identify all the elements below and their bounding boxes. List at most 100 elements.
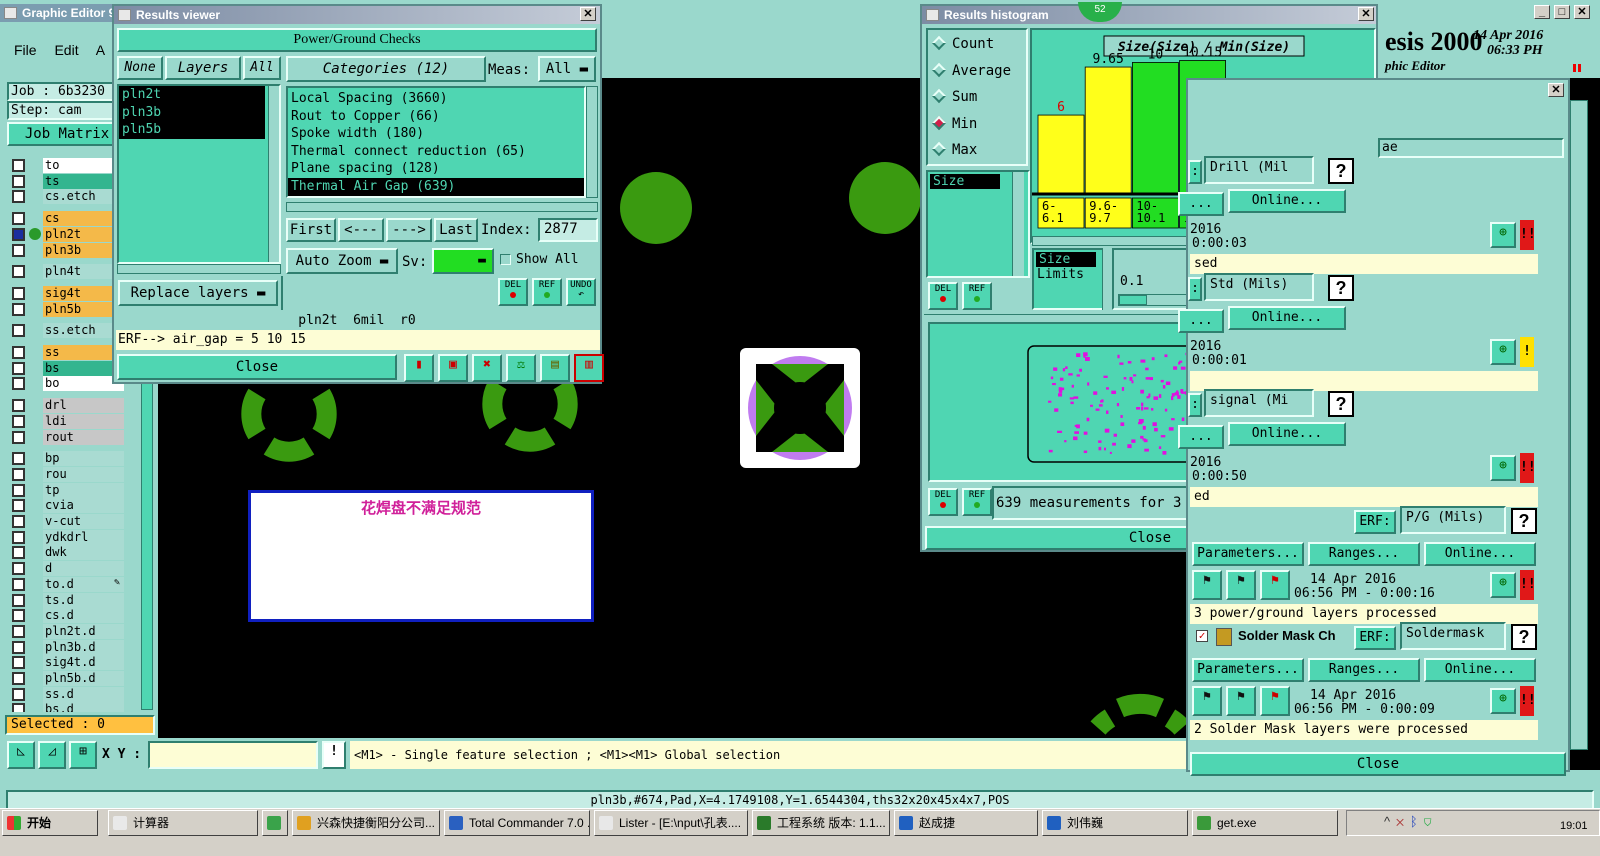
layer-checkbox[interactable] — [12, 414, 25, 428]
layer-checkbox[interactable] — [12, 515, 25, 528]
layer-checkbox[interactable] — [12, 499, 25, 513]
hist-close-x[interactable]: ✕ — [1358, 7, 1374, 21]
category-list[interactable]: Local Spacing (3660) Rout to Copper (66) S… — [286, 86, 586, 198]
hist-size-item[interactable]: Size — [930, 174, 1000, 189]
zoom-icon[interactable]: ⊕ — [1490, 455, 1516, 481]
category-item[interactable]: Thermal connect reduction (65) — [288, 143, 584, 161]
category-item[interactable]: Thermal Air Gap (639) — [288, 177, 584, 196]
taskbar-item[interactable]: 赵成捷 — [894, 810, 1038, 836]
layer-checkbox[interactable] — [12, 672, 25, 685]
hist-res-list[interactable]: Size Limits — [1032, 248, 1106, 310]
online-button[interactable]: Online... — [1424, 658, 1536, 682]
job-matrix-button[interactable]: Job Matrix — [7, 122, 127, 146]
layer-row[interactable]: ts.d — [10, 592, 126, 608]
hist-mode-option[interactable]: Count — [931, 35, 994, 54]
menu-file[interactable]: File — [14, 42, 37, 58]
main-close-button[interactable]: ✕ — [1574, 5, 1590, 19]
layer-row[interactable]: cvia — [10, 498, 126, 514]
layer-checkbox[interactable] — [12, 243, 25, 257]
layer-row[interactable]: bs — [10, 360, 126, 376]
erf-button[interactable]: : — [1188, 393, 1202, 417]
radio-diamond-icon[interactable] — [931, 88, 947, 104]
minimize-button[interactable]: _ — [1534, 5, 1550, 19]
run-icon[interactable]: ⚑ — [1192, 569, 1222, 600]
layer-checkbox[interactable] — [12, 174, 25, 188]
layer-row[interactable]: ts — [10, 173, 126, 189]
layer-row[interactable]: pln5b — [10, 301, 126, 317]
tool-button-1[interactable]: ◺ — [7, 741, 35, 769]
help-button[interactable]: ? — [1328, 158, 1354, 184]
layer-checkbox[interactable] — [12, 227, 25, 241]
first-button[interactable]: First — [286, 218, 336, 242]
slider-thumb[interactable] — [1119, 295, 1147, 305]
layer-row[interactable]: sig4t — [10, 285, 126, 301]
tool-button-2[interactable]: ◿ — [38, 741, 66, 769]
stop-icon[interactable]: ⚑ — [1260, 686, 1290, 716]
hist-ref-bottom[interactable]: REF — [962, 488, 992, 516]
rv-layer-list[interactable]: pln2t pln3b pln5b — [117, 84, 281, 264]
layer-checkbox[interactable] — [12, 656, 25, 670]
rv-layer-item[interactable]: pln3b — [119, 103, 265, 122]
parameters-button[interactable]: Parameters... — [1192, 658, 1304, 682]
hist-mode-option[interactable]: Max — [931, 141, 977, 160]
start-button[interactable]: 开始 — [2, 810, 98, 836]
alert-button[interactable]: ! — [322, 741, 346, 769]
layer-row[interactable]: to — [10, 158, 126, 173]
histogram-bar[interactable] — [1132, 62, 1179, 195]
layer-checkbox[interactable] — [12, 593, 25, 607]
last-button[interactable]: Last — [434, 218, 478, 242]
layer-checkbox[interactable] — [12, 190, 25, 204]
hist-del-bottom[interactable]: DEL — [928, 488, 958, 516]
layer-row[interactable]: d — [10, 561, 126, 577]
layer-row[interactable]: rout — [10, 429, 126, 445]
tool-button-3[interactable]: ⊞ — [69, 741, 97, 769]
layer-checkbox[interactable] — [12, 577, 25, 591]
layers-button[interactable]: Layers — [165, 56, 241, 80]
ranges-button[interactable]: Ranges... — [1308, 541, 1420, 566]
erf-button[interactable]: : — [1188, 276, 1202, 301]
layer-checkbox[interactable] — [12, 530, 25, 544]
taskbar-item[interactable]: get.exe — [1192, 810, 1338, 836]
zoom-icon[interactable]: ⊕ — [1490, 222, 1516, 248]
radio-diamond-icon[interactable] — [931, 141, 947, 157]
category-item[interactable]: Rout to Copper (66) — [288, 108, 584, 126]
layer-row[interactable]: to.d ✎ — [10, 576, 126, 592]
replace-layers-select[interactable]: Replace layers ▬ — [118, 280, 278, 306]
online-button[interactable]: Online... — [1424, 541, 1536, 566]
layer-row[interactable]: cs — [10, 211, 126, 227]
layer-checkbox[interactable] — [12, 703, 25, 712]
tray-bluetooth-icon[interactable]: ᛒ — [1410, 814, 1424, 829]
none-button[interactable]: None — [117, 56, 163, 80]
layer-row[interactable]: tp — [10, 482, 126, 498]
hist-res-scroll[interactable] — [1102, 248, 1112, 310]
layer-checkbox[interactable] — [12, 212, 25, 226]
layer-checkbox[interactable] — [12, 467, 25, 481]
show-all-checkbox[interactable] — [500, 254, 511, 265]
hist-mode-option[interactable]: Min — [931, 115, 977, 134]
taskbar-item[interactable]: Total Commander 7.0 ... — [444, 810, 590, 836]
menu-a[interactable]: A — [96, 42, 105, 58]
rv-layer-vscroll[interactable] — [268, 86, 279, 262]
rv-layer-item[interactable]: pln5b — [119, 121, 265, 139]
erf-button[interactable]: : — [1188, 160, 1202, 184]
erf-button[interactable]: ERF: — [1354, 509, 1396, 534]
layer-checkbox[interactable] — [12, 361, 25, 375]
layer-row[interactable]: bs.d — [10, 702, 126, 712]
rv-tool-cross-icon[interactable]: ✖ — [472, 354, 502, 382]
parameters-button[interactable]: Parameters... — [1192, 541, 1304, 566]
rv-layer-hscroll[interactable] — [117, 264, 281, 274]
layer-checkbox[interactable] — [12, 286, 25, 300]
category-scrollbar[interactable] — [586, 86, 598, 198]
right-scrollbar[interactable] — [1570, 100, 1588, 750]
hist-size-scroll[interactable] — [1012, 172, 1024, 276]
layer-checkbox[interactable] — [12, 452, 25, 466]
checklist-filter[interactable]: ae — [1378, 138, 1564, 158]
histogram-bar[interactable] — [1037, 114, 1085, 195]
run-all-icon[interactable]: ⚑ — [1226, 569, 1256, 600]
prev-button[interactable]: <--- — [338, 218, 384, 242]
category-item[interactable]: Spoke width (180) — [288, 125, 584, 143]
online-button[interactable]: Online... — [1228, 422, 1346, 446]
layer-row[interactable]: pln3b — [10, 242, 126, 258]
layer-checkbox[interactable] — [12, 546, 25, 560]
layer-checkbox[interactable] — [12, 609, 25, 623]
